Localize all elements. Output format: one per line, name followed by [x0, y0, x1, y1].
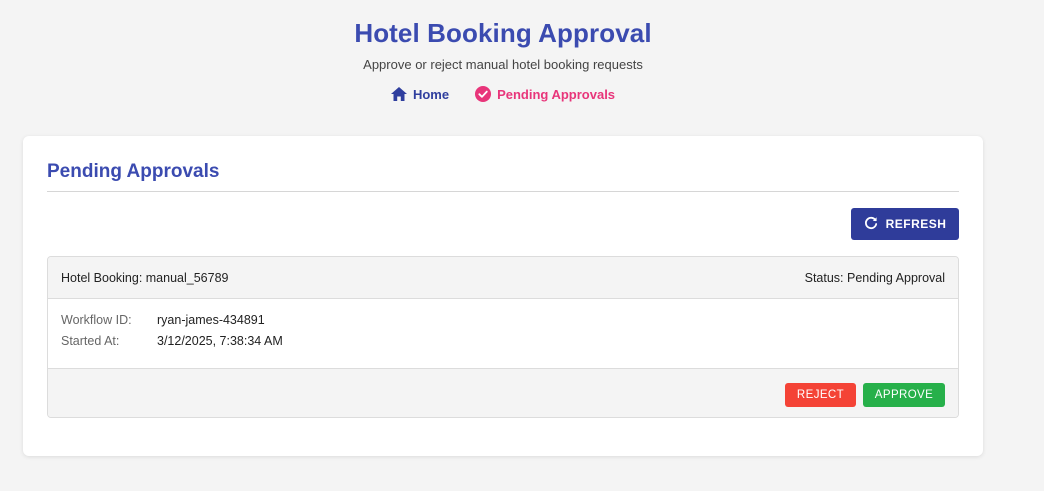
refresh-icon [864, 216, 878, 233]
refresh-label: REFRESH [885, 217, 947, 231]
started-at-value: 3/12/2025, 7:38:34 AM [157, 334, 283, 348]
nav-home-label: Home [412, 86, 450, 102]
refresh-button[interactable]: REFRESH [851, 208, 959, 240]
top-nav: Home Pending Approvals [0, 86, 1006, 102]
section-title: Pending Approvals [47, 161, 220, 182]
workflow-id-value: ryan-james-434891 [157, 313, 265, 327]
workflow-id-label: Workflow ID: [61, 313, 132, 327]
booking-title: Hotel Booking: manual_56789 [61, 271, 229, 285]
started-at-label: Started At: [61, 334, 120, 348]
booking-header: Hotel Booking: manual_56789 Status: Pend… [48, 257, 958, 299]
booking-details: Workflow ID: ryan-james-434891 Started A… [48, 299, 958, 368]
nav-home-link[interactable]: Home [390, 86, 450, 102]
page-title: Hotel Booking Approval [354, 18, 652, 48]
home-icon [390, 87, 407, 101]
booking-actions: REJECT APPROVE [48, 368, 958, 417]
pending-approvals-card: Pending Approvals REFRESH Hotel Booking:… [23, 136, 983, 456]
section-divider [47, 191, 959, 192]
check-circle-icon [475, 86, 492, 102]
reject-button[interactable]: REJECT [785, 383, 856, 407]
page-subtitle: Approve or reject manual hotel booking r… [363, 57, 643, 72]
approve-button[interactable]: APPROVE [863, 383, 945, 407]
booking-status: Status: Pending Approval [804, 271, 945, 285]
nav-pending-approvals-link[interactable]: Pending Approvals [475, 86, 615, 102]
booking-item: Hotel Booking: manual_56789 Status: Pend… [47, 256, 959, 418]
nav-pending-label: Pending Approvals [497, 86, 616, 102]
